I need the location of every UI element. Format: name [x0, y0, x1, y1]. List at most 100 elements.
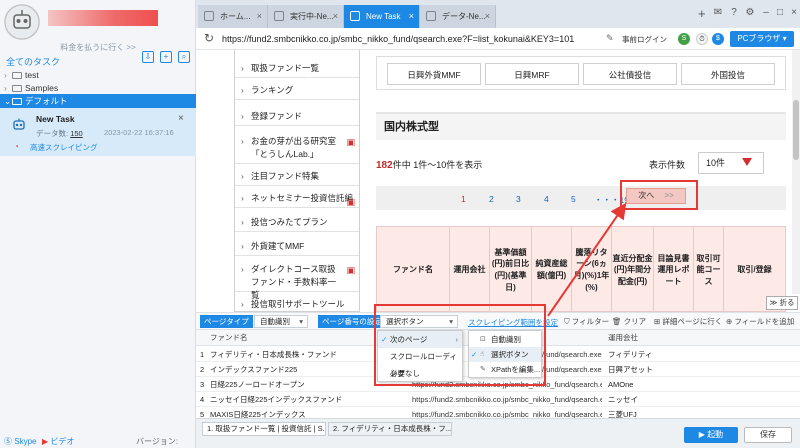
close-icon[interactable]: × — [485, 5, 490, 28]
page-link-2[interactable]: 2 — [489, 194, 494, 204]
sidebar-item-mmf[interactable]: 外貨建てMMF — [235, 236, 359, 256]
fold-button[interactable]: ≫ 折る — [766, 296, 798, 310]
grid-header-name[interactable]: ファンド名 — [210, 330, 248, 346]
close-icon[interactable]: × — [178, 113, 184, 124]
th-prospectus: 目論見書運用レポート — [653, 227, 693, 312]
option-auto-detect[interactable]: ⊡ 自動識別 — [469, 332, 541, 347]
detail-label: 詳細ページに行く — [662, 317, 723, 326]
pointer-icon: ☝ — [480, 351, 485, 358]
start-button[interactable]: ▶ 起動 — [684, 427, 738, 443]
skype-link[interactable]: Ⓢ Skype — [4, 436, 36, 447]
version-text: バージョン: 4.0.0 — [136, 437, 179, 448]
tab-nikko-mrf[interactable]: 日興MRF — [485, 63, 579, 85]
cell-fund-name: MAXIS日経225インデックス — [210, 410, 306, 418]
cell-company: ニッセイ — [608, 395, 638, 404]
close-icon[interactable]: × — [257, 5, 262, 28]
page-link-5[interactable]: 5 — [571, 194, 576, 204]
close-icon[interactable]: × — [333, 5, 338, 28]
tab-nikko-mmf[interactable]: 日興外貨MMF — [387, 63, 481, 85]
search-task-icon[interactable]: ⌕ — [178, 51, 190, 63]
detail-page-button[interactable]: ⊞ 詳細ページに行く — [654, 316, 722, 327]
table-row[interactable]: 3 日経225ノーロードオープン https://fund2.smbcnikko.c… — [196, 377, 800, 392]
sidebar-item-fund-list[interactable]: 取扱ファンド一覧 — [235, 58, 359, 78]
tree-item-test[interactable]: › test — [0, 68, 196, 82]
ip-icon[interactable]: $ — [712, 33, 724, 45]
history-icon[interactable]: ⏱ — [696, 33, 708, 45]
filter-button[interactable]: ⛉ フィルター — [564, 316, 609, 327]
tab-running[interactable]: 実行中-Ne... × — [268, 5, 344, 28]
reload-icon[interactable]: ↻ — [204, 31, 214, 45]
filter-label: フィルター — [571, 317, 610, 326]
extension-icon[interactable]: S — [678, 33, 690, 45]
cell-company: 日興アセット — [608, 365, 653, 374]
address-bar: ↻ https://fund2.smbcnikko.co.jp/smbc_nik… — [196, 28, 800, 50]
count-value[interactable]: 150 — [70, 129, 83, 138]
workflow-tab-1[interactable]: 1. 取扱ファンド一覧 | 投資信託 | S... — [202, 422, 326, 436]
import-icon[interactable]: ⇩ — [142, 51, 154, 63]
grid-header-company[interactable]: 運用会社 — [608, 330, 638, 346]
table-row[interactable]: 4 ニッセイ日経225インデックスファンド https://fund2.smbcni… — [196, 392, 800, 407]
page-type-select[interactable]: 自動識別 ▾ — [254, 315, 308, 328]
page-link-4[interactable]: 4 — [544, 194, 549, 204]
option-select-button[interactable]: ✓ ☝ 選択ボタン — [469, 347, 541, 362]
plus-circle-icon: ⊕ — [726, 317, 733, 326]
edit-icon[interactable]: ✎ — [606, 33, 614, 44]
tab-label: 実行中-Ne... — [290, 12, 334, 21]
tab-foreign-fund[interactable]: 外国投信 — [681, 63, 775, 85]
sidebar-item-ranking[interactable]: ランキング — [235, 80, 359, 100]
url-input[interactable]: https://fund2.smbcnikko.co.jp/smbc_nikko… — [222, 34, 574, 44]
sidebar-item-direct[interactable]: ダイレクトコース取扱ファンド・手数料率一覧▣ — [235, 260, 359, 300]
tab-bond-fund[interactable]: 公社債投信 — [583, 63, 677, 85]
help-icon[interactable]: ? — [728, 7, 740, 19]
tab-new-task[interactable]: New Task × — [344, 5, 420, 28]
new-task-icon[interactable]: + — [160, 51, 172, 63]
pre-login-button[interactable]: 事前ログイン — [622, 34, 667, 45]
all-tasks-label[interactable]: 全てのタスク — [6, 55, 60, 68]
video-link[interactable]: ▶ ビデオ — [42, 436, 74, 447]
mail-icon[interactable]: ✉ — [712, 7, 724, 19]
cell-url: /fund/qsearch.exe — [542, 350, 602, 359]
per-page-select[interactable]: 10件 — [698, 152, 764, 174]
option-none[interactable]: 必要なし — [378, 365, 462, 382]
dropdown-arrow-icon[interactable] — [742, 158, 752, 166]
tab-home[interactable]: ホーム... × — [198, 5, 268, 28]
select-value: 自動識別 — [260, 317, 290, 326]
page-link-1[interactable]: 1 — [461, 194, 466, 204]
sidebar-item-seminar[interactable]: ネットセミナー投資信託編▣ — [235, 188, 359, 208]
new-icon: ▣ — [346, 197, 355, 207]
pc-browser-button[interactable]: PCブラウザ ▾ — [730, 31, 794, 47]
sidebar-item-tsumitate[interactable]: 投信つみたてプラン — [235, 212, 359, 232]
page-link-3[interactable]: 3 — [516, 194, 521, 204]
add-field-button[interactable]: ⊕ フィールドを追加 — [726, 316, 794, 327]
scrape-range-link[interactable]: スクレイピング範囲を設定 — [468, 317, 558, 328]
scrollbar[interactable] — [792, 50, 800, 294]
tree-item-default[interactable]: ⌄ デフォルト — [0, 94, 196, 108]
maximize-icon[interactable]: □ — [774, 7, 786, 19]
option-next-page[interactable]: ✓ 次のページ › — [378, 331, 462, 348]
start-label: 起動 — [707, 430, 724, 439]
new-icon: ▣ — [346, 265, 355, 275]
close-window-icon[interactable]: × — [788, 7, 800, 19]
th-course: 取引可能コース — [693, 227, 723, 312]
task-mode[interactable]: 高速スクレイピング — [30, 142, 98, 153]
sidebar-item-support[interactable]: 投信取引サポートツール — [235, 294, 359, 312]
close-icon[interactable]: × — [409, 5, 414, 28]
settings-icon[interactable]: ⚙ — [744, 7, 756, 19]
sidebar-item-registered[interactable]: 登録ファンド — [235, 106, 359, 126]
sidebar-item-featured[interactable]: 注目ファンド特集 — [235, 166, 359, 186]
table-row[interactable]: 5 MAXIS日経225インデックス https://fund2.smbcnikko… — [196, 407, 800, 418]
workflow-tab-2[interactable]: 2. フィデリティ・日本成長株・フ... — [328, 422, 452, 436]
sidebar-item-lab[interactable]: お金の芽が出る研究室「とうしんLab.」 ▣ — [235, 132, 359, 164]
clear-button[interactable]: 🗑 クリア — [612, 316, 646, 327]
tab-data[interactable]: データ-Ne... × — [420, 5, 496, 28]
save-button[interactable]: 保存 — [744, 427, 792, 443]
option-edit-xpath[interactable]: ✎ XPathを編集... — [469, 362, 541, 377]
scrollbar-thumb[interactable] — [793, 100, 799, 160]
tree-item-samples[interactable]: › Samples — [0, 81, 196, 95]
task-card[interactable]: New Task × データ数: 150 2023-02-22 16:37:16… — [0, 108, 196, 156]
avatar[interactable] — [4, 4, 40, 40]
page-number-select[interactable]: 選択ボタン ▾ — [380, 315, 458, 328]
option-scroll-loading[interactable]: スクロールローディング — [378, 348, 462, 378]
new-tab-button[interactable]: + — [698, 6, 706, 21]
minimize-icon[interactable]: – — [760, 7, 772, 19]
